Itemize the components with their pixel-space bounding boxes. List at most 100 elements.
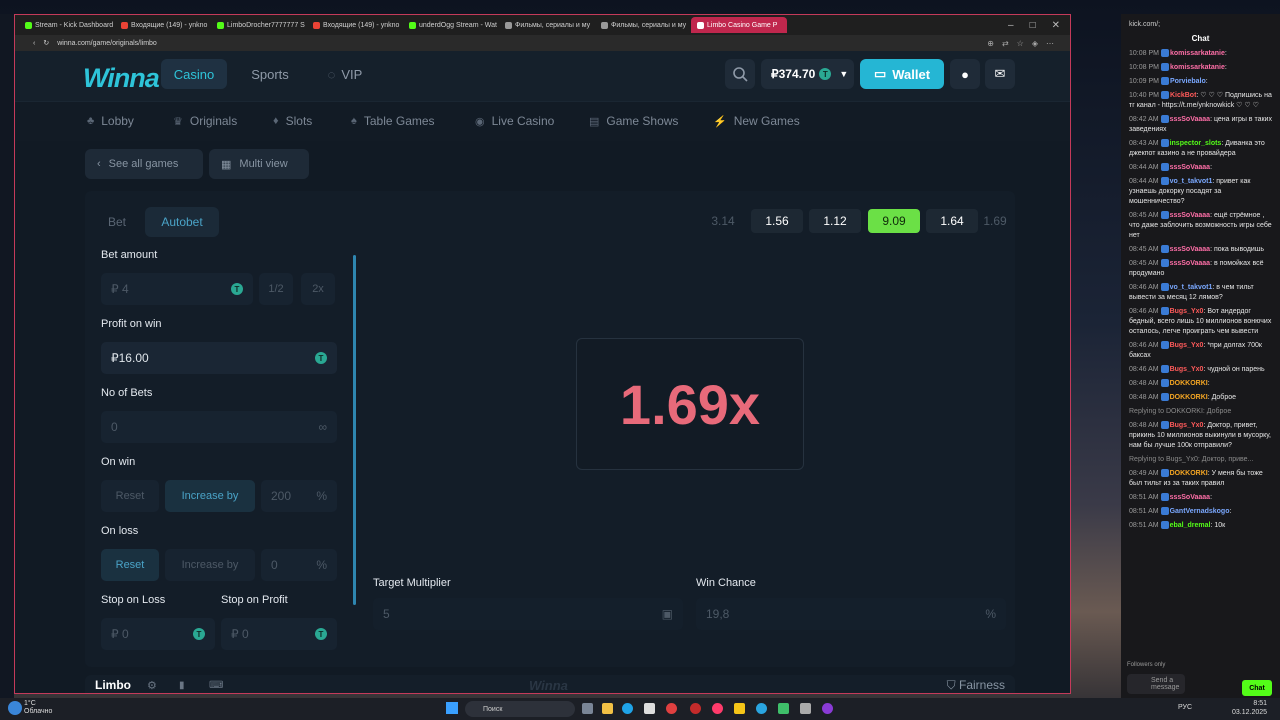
message-username[interactable]: sssSoVaaaa (1170, 246, 1210, 253)
chat-message[interactable]: 08:45 AM sssSoVaaaa: ещё стрёмное , что д… (1121, 210, 1280, 244)
browser-tab[interactable]: Фильмы, сериалы и му (595, 17, 691, 33)
on-loss-reset-button[interactable]: Reset (101, 549, 159, 581)
category-live-casino[interactable]: ◉ Live Casino (475, 114, 554, 128)
chat-message[interactable]: 08:49 AM DOKKORKI: У меня бы тоже был тил… (1121, 468, 1280, 492)
telegram-icon[interactable] (756, 703, 767, 714)
url-text[interactable]: winna.com/game/originals/limbo (57, 40, 157, 47)
search-button[interactable] (725, 59, 755, 89)
profile-button[interactable]: ● (950, 59, 980, 89)
on-loss-increase-button[interactable]: Increase by (165, 549, 255, 581)
stop-on-loss-input[interactable]: ₽ 0 T (101, 618, 215, 650)
chat-message-input[interactable]: Send a message (1127, 674, 1185, 694)
half-bet-button[interactable]: 1/2 (259, 273, 293, 305)
chat-url[interactable]: kick.com/; (1129, 21, 1160, 28)
message-username[interactable]: sssSoVaaaa (1170, 494, 1210, 501)
history-item[interactable]: 9.09 (868, 209, 920, 233)
chat-message[interactable]: 08:44 AM vo_t_takvot1: привет как узнаешь… (1121, 176, 1280, 210)
browser-tab[interactable]: Limbo Casino Game P (691, 17, 787, 33)
maximize-icon[interactable]: □ (1030, 20, 1036, 31)
obs-icon[interactable] (822, 703, 833, 714)
back-icon[interactable]: ‹ (33, 40, 35, 47)
nav-vip[interactable]: ◌ VIP (315, 59, 375, 89)
chat-message[interactable]: 08:46 AM Bugs_Yx0: Вот андердог бедный, в… (1121, 306, 1280, 340)
double-bet-button[interactable]: 2x (301, 273, 335, 305)
message-username[interactable]: vo_t_takvot1 (1170, 284, 1213, 291)
chat-send-button[interactable]: Chat (1242, 680, 1272, 696)
chat-message[interactable]: 08:51 AM sssSoVaaaa: (1121, 492, 1280, 506)
category-table-games[interactable]: ♠ Table Games (351, 114, 435, 128)
app-icon[interactable] (644, 703, 655, 714)
app-icon[interactable] (778, 703, 789, 714)
no-of-bets-input[interactable]: 0 ∞ (101, 411, 337, 443)
opera-gx-icon[interactable] (712, 703, 723, 714)
task-view-icon[interactable] (582, 703, 593, 714)
message-username[interactable]: sssSoVaaaa (1170, 116, 1210, 123)
chat-reply-context[interactable]: Replying to DOKKORKI: Доброе (1121, 406, 1280, 420)
chat-message[interactable]: 10:08 PM komissarkatanie: (1121, 48, 1280, 62)
weather-widget[interactable]: 1°C Облачно (24, 700, 52, 716)
weather-icon[interactable] (8, 701, 22, 715)
message-username[interactable]: vo_t_takvot1 (1170, 178, 1213, 185)
category-new-games[interactable]: ⚡ New Games (713, 114, 800, 128)
clock[interactable]: 8:51 03.12.2025 (1232, 699, 1267, 717)
tab-autobet[interactable]: Autobet (145, 207, 219, 237)
chat-toggle-button[interactable]: ✉ (985, 59, 1015, 89)
menu-icon[interactable]: ⋯ (1046, 39, 1054, 48)
chat-message[interactable]: 08:44 AM sssSoVaaaa: (1121, 162, 1280, 176)
message-username[interactable]: Bugs_Yx0 (1170, 342, 1204, 349)
message-username[interactable]: Bugs_Yx0 (1170, 366, 1204, 373)
stop-on-profit-input[interactable]: ₽ 0 T (221, 618, 337, 650)
favorite-icon[interactable]: ☆ (1017, 39, 1024, 48)
message-username[interactable]: DOKKORKI (1170, 394, 1208, 401)
on-win-reset-button[interactable]: Reset (101, 480, 159, 512)
browser-tab[interactable]: Фильмы, сериалы и му (499, 17, 595, 33)
message-username[interactable]: ebal_dremal (1170, 522, 1211, 529)
chat-reply-context[interactable]: Replying to Bugs_Yx0: Доктор, приве... (1121, 454, 1280, 468)
on-loss-percent-input[interactable]: 0 % (261, 549, 337, 581)
message-username[interactable]: Bugs_Yx0 (1170, 422, 1204, 429)
zoom-icon[interactable]: ⊕ (987, 39, 994, 48)
category-game-shows[interactable]: ▤ Game Shows (589, 114, 678, 128)
chat-message[interactable]: 10:08 PM komissarkatanie: (1121, 62, 1280, 76)
message-username[interactable]: KickBot (1170, 92, 1196, 99)
keyboard-icon[interactable]: ⌨ (209, 680, 223, 691)
message-username[interactable]: GantVernadskogo (1170, 508, 1230, 515)
win-chance-input[interactable]: 19,8 % (696, 598, 1006, 630)
reload-icon[interactable]: ↻ (43, 39, 49, 47)
wallet-button[interactable]: ▭ Wallet (860, 59, 944, 89)
on-win-increase-button[interactable]: Increase by (165, 480, 255, 512)
browser-tab[interactable]: Входящие (149) - ynkno (307, 17, 403, 33)
chat-message[interactable]: 08:45 AM sssSoVaaaa: пока выводишь (1121, 244, 1280, 258)
chat-message[interactable]: 08:43 AM inspector_slots: Диванка это дже… (1121, 138, 1280, 162)
history-item[interactable]: 3.14 (697, 209, 749, 233)
message-username[interactable]: sssSoVaaaa (1170, 212, 1210, 219)
category-slots[interactable]: ♦ Slots (273, 114, 312, 128)
message-username[interactable]: komissarkatanie (1170, 50, 1225, 57)
edge-icon[interactable] (622, 703, 633, 714)
chat-message[interactable]: 10:40 PM KickBot: ♡ ♡ ♡ Подпишись на тг к… (1121, 90, 1280, 114)
taskbar-search[interactable]: Поиск (465, 701, 575, 717)
history-item[interactable]: 1.12 (809, 209, 861, 233)
chat-message[interactable]: 08:48 AM DOKKORKI: (1121, 378, 1280, 392)
bet-amount-input[interactable]: ₽ 4 T (101, 273, 253, 305)
nav-sports[interactable]: Sports (237, 59, 303, 89)
yandex-icon[interactable] (666, 703, 677, 714)
tab-bet[interactable]: Bet (93, 207, 141, 237)
chat-message[interactable]: 08:46 AM Bugs_Yx0: *при долгах 700к бакса… (1121, 340, 1280, 364)
browser-tab[interactable]: underdOgg Stream - Wat (403, 17, 499, 33)
balance-selector[interactable]: ₽374.70 T ▼ (761, 59, 854, 89)
message-username[interactable]: inspector_slots (1170, 140, 1222, 147)
minimize-icon[interactable]: – (1008, 20, 1014, 31)
message-username[interactable]: komissarkatanie (1170, 64, 1225, 71)
settings-icon[interactable]: ⚙ (147, 679, 157, 692)
winna-logo[interactable]: Winna (83, 63, 160, 94)
panel-scrollbar[interactable] (353, 255, 356, 605)
close-icon[interactable]: ✕ (1052, 20, 1060, 31)
chat-message[interactable]: 08:45 AM sssSoVaaaa: в помойках всё проду… (1121, 258, 1280, 282)
chat-message[interactable]: 10:09 PM Porviebalo: (1121, 76, 1280, 90)
app-icon[interactable] (690, 703, 701, 714)
message-username[interactable]: Porviebalo (1170, 78, 1206, 85)
chat-message[interactable]: 08:51 AM ebal_dremal: 10к (1121, 520, 1280, 534)
multi-view-button[interactable]: ▦ Multi view (209, 149, 309, 179)
stats-icon[interactable]: ▮ (179, 680, 185, 691)
